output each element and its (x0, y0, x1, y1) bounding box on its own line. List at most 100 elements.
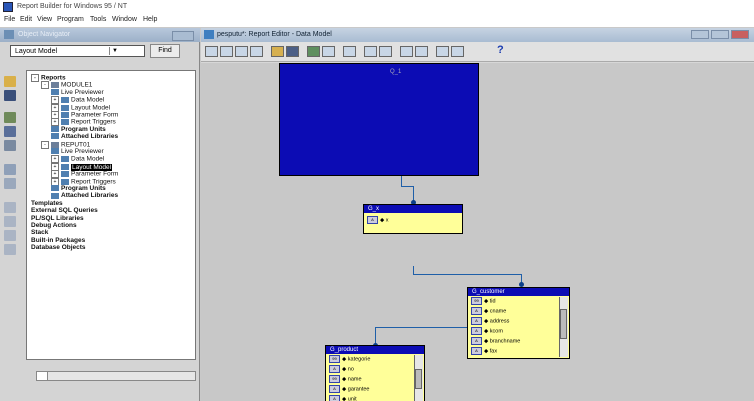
find-button[interactable]: Find (150, 44, 180, 58)
group-g-x[interactable]: G_x A ◆ x (363, 204, 463, 234)
node-type-icon (61, 97, 69, 104)
tree-node-label: Attached Libraries (61, 133, 119, 141)
node-type-icon (61, 119, 69, 126)
collapse-icon[interactable]: - (41, 140, 49, 149)
column-item[interactable]: A ◆ fax (471, 347, 497, 355)
open-icon[interactable] (271, 46, 284, 57)
menu-tools[interactable]: Tools (90, 16, 106, 23)
expand-all-icon[interactable] (4, 230, 16, 241)
window-controls (691, 30, 751, 40)
link-line (401, 176, 402, 186)
column-item[interactable]: 99 ◆ kategorie (329, 355, 370, 363)
data-model-icon[interactable] (250, 46, 263, 57)
node-type-icon (51, 141, 59, 148)
report-editor-window: pesputu*: Report Editor - Data Model ? Q… (201, 28, 754, 401)
collapse-icon[interactable]: - (31, 74, 39, 82)
arrow-right-icon[interactable] (451, 46, 464, 57)
node-type-icon (51, 89, 59, 96)
collapse-icon[interactable] (4, 216, 16, 227)
mail-icon[interactable] (4, 140, 16, 151)
close-button[interactable] (731, 30, 749, 39)
data-model-canvas[interactable]: Q_1 G_x A ◆ x G_customer 99 ◆ tid A ◆ cname… (201, 63, 754, 401)
group-g-product[interactable]: G_product 99 ◆ kategorie A ◆ no 99 ◆ name A… (325, 345, 425, 401)
column-item[interactable]: A ◆ unit (329, 395, 357, 401)
node-type-icon (61, 104, 69, 111)
zoom-icon[interactable] (379, 46, 392, 57)
column-item[interactable]: A ◆ address (471, 317, 509, 325)
chevron-down-icon[interactable]: ▼ (109, 47, 120, 55)
group-g-customer[interactable]: G_customer 99 ◆ tid A ◆ cname A ◆ address A… (467, 287, 570, 359)
column-item[interactable]: 99 ◆ tid (471, 297, 496, 305)
editor-toolbar: ? (201, 42, 754, 62)
column-item[interactable]: A ◆ garantee (329, 385, 369, 393)
delete-icon[interactable] (4, 178, 16, 189)
column-item[interactable]: A ◆ x (367, 216, 389, 224)
tree-node[interactable]: Database Objects (31, 244, 86, 252)
help-icon[interactable]: ? (497, 44, 504, 56)
menu-file[interactable]: File (4, 16, 15, 23)
expand-icon[interactable] (4, 202, 16, 213)
paper-layout-icon[interactable] (220, 46, 233, 57)
maximize-button[interactable] (711, 30, 729, 39)
node-type-icon (61, 163, 69, 170)
group-scrollbar[interactable] (559, 297, 568, 357)
column-item[interactable]: A ◆ kcom (471, 327, 503, 335)
link-line (413, 274, 521, 275)
print-icon[interactable] (4, 126, 16, 137)
web-view-icon[interactable] (205, 46, 218, 57)
menu-program[interactable]: Program (57, 16, 84, 23)
tree-node-label: Stack (31, 229, 49, 237)
node-type-icon (51, 82, 59, 89)
run-icon[interactable] (307, 46, 320, 57)
view-select[interactable]: Layout Model ▼ (10, 45, 145, 57)
group-title: G_customer (468, 288, 569, 296)
save-icon[interactable] (286, 46, 299, 57)
query-icon[interactable] (364, 46, 377, 57)
scrollbar-thumb[interactable] (560, 309, 567, 339)
char-type-icon: A (471, 347, 482, 355)
paper-design-icon[interactable] (235, 46, 248, 57)
link-line (413, 266, 414, 274)
scrollbar-thumb[interactable] (415, 369, 422, 389)
collapse-icon[interactable]: - (41, 81, 49, 90)
query-name: Q_1 (390, 69, 402, 75)
tree-node-label: Program Units (61, 185, 106, 192)
column-item[interactable]: A ◆ branchname (471, 337, 520, 345)
node-type-icon (61, 112, 69, 118)
editor-title-bar: pesputu*: Report Editor - Data Model (201, 28, 754, 42)
scrollbar-thumb[interactable] (37, 372, 48, 380)
char-type-icon: A (329, 365, 340, 373)
group-icon[interactable] (400, 46, 413, 57)
column-item[interactable]: A ◆ no (329, 365, 354, 373)
node-type-icon (51, 192, 59, 199)
check-icon[interactable] (415, 46, 428, 57)
menu-help[interactable]: Help (143, 16, 157, 23)
menu-window[interactable]: Window (112, 16, 137, 23)
collapse-all-icon[interactable] (4, 244, 16, 255)
wizard-icon[interactable] (343, 46, 356, 57)
save-icon[interactable] (4, 90, 16, 101)
horizontal-scrollbar[interactable] (36, 371, 196, 381)
node-type-icon (51, 148, 59, 155)
group-scrollbar[interactable] (414, 355, 423, 401)
node-type-icon (61, 156, 69, 163)
column-item[interactable]: 99 ◆ name (329, 375, 362, 383)
navigator-minimize-button[interactable] (172, 31, 194, 41)
column-item[interactable]: A ◆ cname (471, 307, 506, 315)
arrow-left-icon[interactable] (436, 46, 449, 57)
query-object[interactable]: Q_1 (279, 63, 479, 176)
char-type-icon: A (329, 385, 340, 393)
tree-node-label: Live Previewer (61, 148, 104, 155)
navigator-title-bar: Object Navigator (0, 28, 200, 42)
menu-edit[interactable]: Edit (20, 16, 32, 23)
minimize-button[interactable] (691, 30, 709, 39)
node-type-icon (61, 171, 69, 178)
print-icon[interactable] (322, 46, 335, 57)
tree-node-label: Attached Libraries (61, 192, 119, 200)
create-icon[interactable] (4, 164, 16, 175)
open-icon[interactable] (4, 76, 16, 87)
menu-view[interactable]: View (37, 16, 52, 23)
char-type-icon: A (367, 216, 378, 224)
run-icon[interactable] (4, 112, 16, 123)
object-navigator: Object Navigator Layout Model ▼ Find - Re… (0, 28, 200, 401)
